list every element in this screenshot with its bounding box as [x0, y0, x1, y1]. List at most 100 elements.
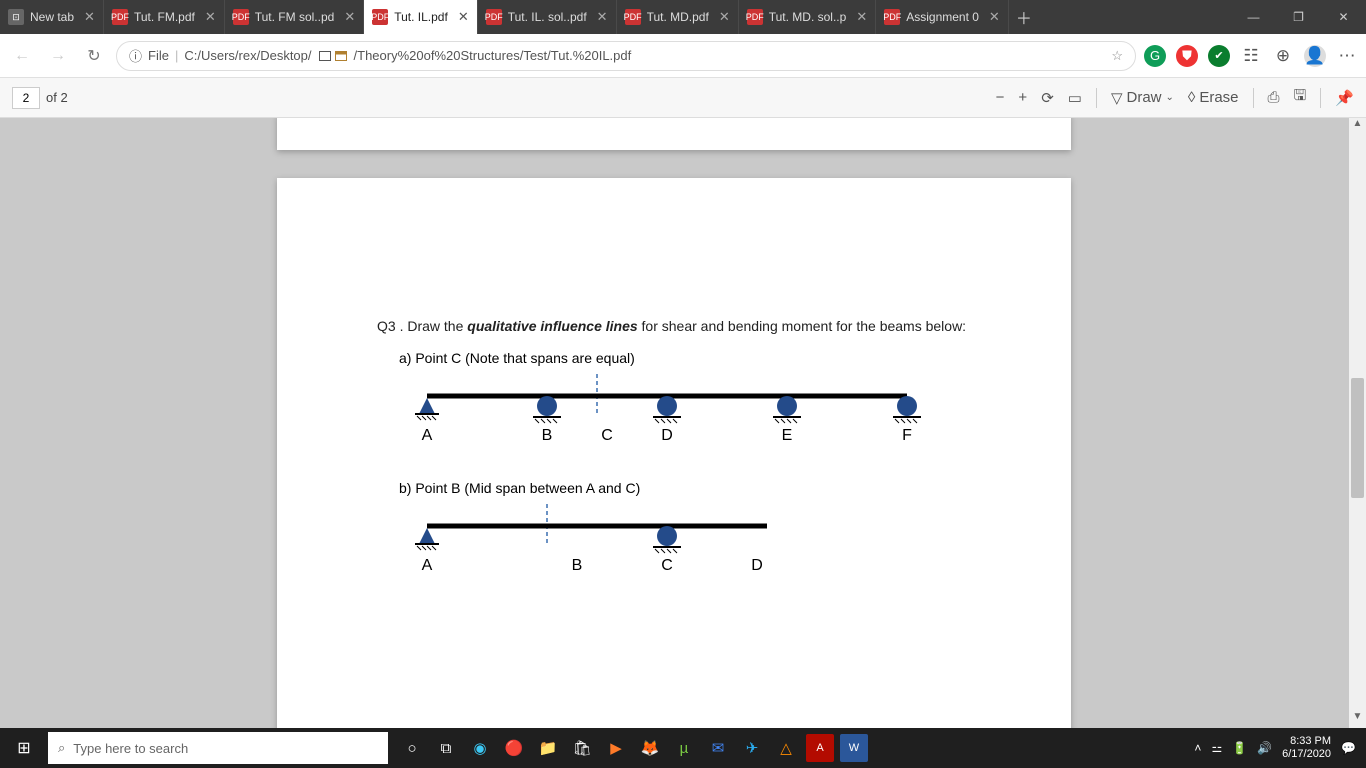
erase-button[interactable]: ◊ Erase — [1188, 89, 1239, 106]
tab-label: Tut. IL.pdf — [394, 10, 448, 24]
wifi-icon[interactable]: ⚍ — [1211, 741, 1222, 755]
url-path-part1: C:/Users/rex/Desktop/ — [184, 48, 311, 63]
tab-close-button[interactable]: ✕ — [84, 9, 95, 25]
extension-shield-icon[interactable]: ✔ — [1208, 45, 1230, 67]
start-button[interactable]: ⊞ — [0, 738, 48, 758]
telegram-icon[interactable]: ✈ — [738, 734, 766, 762]
rotate-button[interactable]: ⟳ — [1041, 89, 1054, 107]
taskbar-search[interactable]: ⌕ Type here to search — [48, 732, 388, 764]
browser-tab[interactable]: PDFTut. MD.pdf✕ — [617, 0, 739, 34]
utorrent-icon[interactable]: µ — [670, 734, 698, 762]
beam-diagram-b: A B C D — [407, 504, 807, 584]
print-button[interactable]: ⎙ — [1268, 89, 1280, 106]
pdf-favicon: PDF — [112, 9, 128, 25]
maximize-button[interactable]: ❐ — [1276, 0, 1321, 34]
url-sep: | — [175, 48, 178, 63]
reading-list-button[interactable]: ☷ — [1240, 45, 1262, 67]
notifications-icon[interactable]: 💬 — [1341, 741, 1356, 755]
pdf-viewer[interactable]: Q3 . Draw the qualitative influence line… — [0, 118, 1349, 728]
tab-close-button[interactable]: ✕ — [856, 9, 867, 25]
browser-tab[interactable]: ⊡ New tab ✕ — [0, 0, 104, 34]
fit-page-button[interactable]: ▭ — [1068, 89, 1082, 107]
url-path-part2: /Theory%20of%20Structures/Test/Tut.%20IL… — [354, 48, 632, 63]
highlighter-icon: ▽ — [1111, 89, 1123, 107]
tab-close-button[interactable]: ✕ — [344, 9, 355, 25]
pin-toolbar-button[interactable]: 📌 — [1335, 89, 1354, 107]
svg-text:C: C — [601, 427, 613, 444]
tab-label: Tut. FM.pdf — [134, 10, 195, 24]
browser-tab[interactable]: PDFTut. FM sol..pd✕ — [225, 0, 364, 34]
url-field[interactable]: ⓘ File | C:/Users/rex/Desktop/ /Theory%2… — [116, 41, 1136, 71]
browser-tab[interactable]: PDFTut. IL. sol..pdf✕ — [478, 0, 617, 34]
svg-text:B: B — [572, 557, 583, 574]
minimize-button[interactable]: — — [1231, 0, 1276, 34]
tab-label: Tut. IL. sol..pdf — [508, 10, 587, 24]
close-window-button[interactable]: ✕ — [1321, 0, 1366, 34]
zoom-in-button[interactable]: + — [1018, 89, 1027, 106]
save-button[interactable]: 🖫 — [1294, 85, 1307, 110]
tab-label: Tut. MD. sol..p — [769, 10, 847, 24]
acrobat-icon[interactable]: A — [806, 734, 834, 762]
vertical-scrollbar[interactable]: ▲ ▼ — [1349, 118, 1366, 728]
taskview-icon[interactable]: ⧉ — [432, 734, 460, 762]
tab-label: Assignment 0 — [906, 10, 979, 24]
refresh-button[interactable]: ↻ — [80, 42, 108, 70]
collections-button[interactable]: ⊕ — [1272, 45, 1294, 67]
battery-icon[interactable]: 🔋 — [1232, 741, 1247, 755]
extension-ublock-icon[interactable]: ⛊ — [1176, 45, 1198, 67]
browser-titlebar: ⊡New tab✕PDFTut. FM.pdf✕PDFTut. FM sol..… — [0, 0, 1366, 34]
browser-tab[interactable]: PDF Tut. MD. sol..p ✕ — [739, 0, 876, 34]
word-icon[interactable]: W — [840, 734, 868, 762]
vlc-icon[interactable]: △ — [772, 734, 800, 762]
taskbar-clock[interactable]: 8:33 PM 6/17/2020 — [1282, 735, 1331, 761]
browser-tab[interactable]: PDF Tut. FM.pdf ✕ — [104, 0, 225, 34]
chevron-down-icon: ⌄ — [1166, 92, 1174, 103]
svg-text:D: D — [661, 427, 673, 444]
divider — [1096, 88, 1097, 108]
taskbar-apps: ○ ⧉ ◉ 🔴 📁 🛍 ▶ 🦊 µ ✉ ✈ △ A W — [398, 734, 868, 762]
edge-icon[interactable]: ◉ — [466, 734, 494, 762]
browser-tab[interactable]: PDFAssignment 0✕ — [876, 0, 1009, 34]
tab-label: New tab — [30, 10, 74, 24]
tray-expand-icon[interactable]: ˄ — [1194, 741, 1201, 755]
svg-text:B: B — [542, 427, 553, 444]
address-bar: ← → ↻ ⓘ File | C:/Users/rex/Desktop/ /Th… — [0, 34, 1366, 78]
pdf-favicon: PDF — [747, 9, 763, 25]
media-icon[interactable]: ▶ — [602, 734, 630, 762]
search-placeholder: Type here to search — [73, 741, 188, 756]
mail-icon[interactable]: ✉ — [704, 734, 732, 762]
explorer-icon[interactable]: 📁 — [534, 734, 562, 762]
firefox-icon[interactable]: 🦊 — [636, 734, 664, 762]
tab-close-button[interactable]: ✕ — [597, 9, 608, 25]
cortana-icon[interactable]: ○ — [398, 734, 426, 762]
newtab-favicon: ⊡ — [8, 9, 24, 25]
tab-label: Tut. MD.pdf — [647, 10, 709, 24]
new-tab-button[interactable]: ＋ — [1009, 0, 1039, 34]
back-button[interactable]: ← — [8, 42, 36, 70]
extension-grammarly-icon[interactable]: G — [1144, 45, 1166, 67]
forward-button[interactable]: → — [44, 42, 72, 70]
browser-tab[interactable]: PDFTut. IL.pdf✕ — [364, 0, 478, 34]
profile-button[interactable]: 👤 — [1304, 45, 1326, 67]
svg-text:A: A — [422, 427, 433, 444]
pdf-page-prev-edge — [277, 118, 1071, 150]
chrome-icon[interactable]: 🔴 — [500, 734, 528, 762]
info-icon: ⓘ — [129, 46, 142, 65]
scroll-down-arrow[interactable]: ▼ — [1349, 711, 1366, 728]
tab-close-button[interactable]: ✕ — [989, 9, 1000, 25]
tab-close-button[interactable]: ✕ — [205, 9, 216, 25]
volume-icon[interactable]: 🔊 — [1257, 741, 1272, 755]
draw-button[interactable]: ▽ Draw ⌄ — [1111, 89, 1174, 107]
page-number-input[interactable] — [12, 87, 40, 109]
tab-close-button[interactable]: ✕ — [719, 9, 730, 25]
scrollbar-thumb[interactable] — [1351, 378, 1364, 498]
store-icon[interactable]: 🛍 — [568, 734, 596, 762]
favorite-button[interactable]: ☆ — [1111, 48, 1123, 64]
beam-diagram-a: A B C D E F — [407, 374, 927, 454]
more-menu-button[interactable]: ⋯ — [1336, 45, 1358, 67]
scroll-up-arrow[interactable]: ▲ — [1349, 118, 1366, 135]
divider — [1253, 88, 1254, 108]
zoom-out-button[interactable]: − — [996, 89, 1005, 106]
window-controls: — ❐ ✕ — [1231, 0, 1366, 34]
tab-close-button[interactable]: ✕ — [458, 9, 469, 25]
